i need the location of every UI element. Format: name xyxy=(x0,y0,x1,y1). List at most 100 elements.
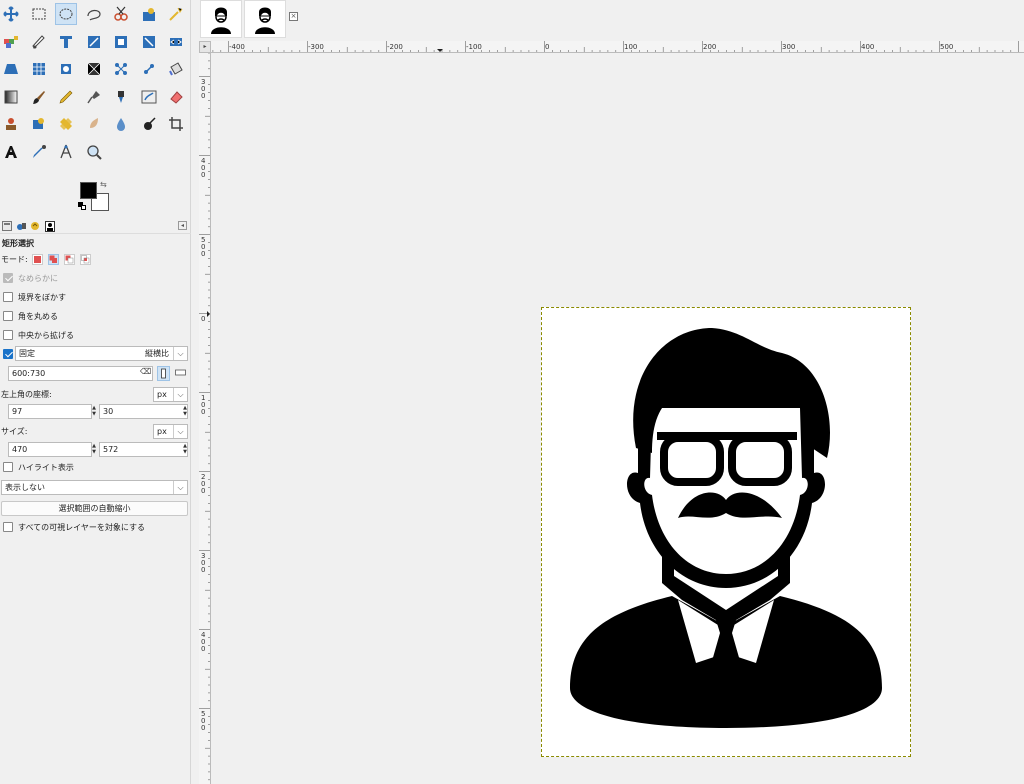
feather-row[interactable]: 境界をぼかす xyxy=(0,289,191,305)
measure-tool-icon[interactable] xyxy=(55,141,77,163)
warp-tool-icon[interactable] xyxy=(83,58,105,80)
perspective-clone-icon[interactable] xyxy=(28,113,50,135)
size-width-input[interactable] xyxy=(8,442,92,457)
auto-shrink-button[interactable]: 選択範囲の自動縮小 xyxy=(1,501,188,516)
canvas-area[interactable] xyxy=(212,54,1024,784)
size-height-spinner-icon[interactable]: ▲ ▼ xyxy=(182,443,188,456)
dock-tab-bar: ◂ xyxy=(0,218,191,234)
rotate-tool-icon[interactable] xyxy=(110,31,132,53)
size-unit-dropdown[interactable]: px ⌵ xyxy=(153,424,188,439)
free-select-tool-icon[interactable] xyxy=(110,3,132,25)
position-x-spinner-icon[interactable]: ▲ ▼ xyxy=(91,405,97,418)
clear-input-icon[interactable]: ⌫ xyxy=(140,367,151,376)
mode-add-button[interactable] xyxy=(47,253,59,265)
guides-dropdown[interactable]: 表示しない ⌵ xyxy=(1,480,188,495)
color-picker-icon[interactable] xyxy=(28,141,50,163)
mode-subtract-button[interactable] xyxy=(63,253,75,265)
ruler-label: -100 xyxy=(466,43,482,51)
images-tab-icon[interactable] xyxy=(44,220,56,232)
move-tool-icon[interactable] xyxy=(0,3,22,25)
undo-history-tab-icon[interactable] xyxy=(29,220,41,232)
device-status-tab-icon[interactable] xyxy=(15,220,27,232)
cage-tool-icon[interactable] xyxy=(55,58,77,80)
highlight-checkbox[interactable] xyxy=(3,462,13,472)
airbrush-tool-icon[interactable] xyxy=(83,86,105,108)
crop-tool-icon[interactable] xyxy=(165,113,187,135)
text-warp-tool-icon[interactable] xyxy=(83,31,105,53)
gradient-tool-icon[interactable] xyxy=(0,86,22,108)
chevron-down-icon: ⌵ xyxy=(173,481,187,494)
position-y-input[interactable] xyxy=(99,404,188,419)
ruler-label: -200 xyxy=(387,43,403,51)
antialias-row[interactable]: なめらかに xyxy=(0,270,191,286)
foreground-select-tool-icon[interactable] xyxy=(165,3,187,25)
fixed-checkbox[interactable] xyxy=(3,349,13,359)
foreground-color-swatch[interactable] xyxy=(80,182,97,199)
heal-tool-icon[interactable] xyxy=(55,113,77,135)
ruler-label: 500 xyxy=(940,43,953,51)
portrait-button[interactable] xyxy=(157,366,170,381)
image-thumbnail-icon xyxy=(211,7,231,34)
position-unit-dropdown[interactable]: px ⌵ xyxy=(153,387,188,402)
horizontal-ruler[interactable]: -400 -300 -200 -100 0 100 200 300 400 500 xyxy=(211,41,1024,53)
scale-tool-icon[interactable] xyxy=(138,31,160,53)
landscape-button[interactable] xyxy=(174,366,187,381)
mode-replace-button[interactable] xyxy=(31,253,43,265)
all-layers-checkbox[interactable] xyxy=(3,522,13,532)
size-width-spinner-icon[interactable]: ▲ ▼ xyxy=(91,443,97,456)
close-tab-icon[interactable]: × xyxy=(289,12,298,21)
expand-center-row[interactable]: 中央から拡げる xyxy=(0,327,191,343)
fixed-type-dropdown[interactable]: 固定 縦横比 ⌵ xyxy=(15,346,188,361)
flip-tool-icon[interactable] xyxy=(0,58,22,80)
text-tool-icon[interactable] xyxy=(0,141,22,163)
position-unit-value: px xyxy=(157,390,167,399)
image-canvas[interactable] xyxy=(541,307,911,757)
bucket-fill-icon[interactable] xyxy=(165,58,187,80)
dodge-burn-tool-icon[interactable] xyxy=(138,113,160,135)
handle-transform-icon[interactable] xyxy=(138,58,160,80)
mode-intersect-button[interactable] xyxy=(79,253,91,265)
feather-checkbox[interactable] xyxy=(3,292,13,302)
image-tab-1[interactable] xyxy=(200,0,242,38)
scissors-select-tool-icon[interactable] xyxy=(138,3,160,25)
ink-tool-icon[interactable] xyxy=(110,86,132,108)
clone-tool-icon[interactable] xyxy=(0,113,22,135)
zoom-tool-icon[interactable] xyxy=(83,141,105,163)
rounded-row[interactable]: 角を丸める xyxy=(0,308,191,324)
ruler-label: 0 xyxy=(201,645,205,653)
aspect-ratio-input[interactable] xyxy=(8,366,153,381)
rounded-corners-checkbox[interactable] xyxy=(3,311,13,321)
antialias-checkbox[interactable] xyxy=(3,273,13,283)
pencil-tool-icon[interactable] xyxy=(55,86,77,108)
businessman-avatar-icon xyxy=(570,328,882,728)
dock-menu-arrow-icon[interactable]: ◂ xyxy=(178,221,187,230)
mypaint-brush-icon[interactable] xyxy=(138,86,160,108)
unified-transform-icon[interactable] xyxy=(110,58,132,80)
paintbrush-tool-icon[interactable] xyxy=(28,86,50,108)
shear-tool-icon[interactable] xyxy=(165,31,187,53)
vertical-ruler[interactable]: 1002003004005000100200300400500 xyxy=(199,53,211,784)
size-height-input[interactable] xyxy=(99,442,188,457)
paths-tool-icon[interactable] xyxy=(55,31,77,53)
image-tab-2[interactable] xyxy=(244,0,286,38)
blur-tool-icon[interactable] xyxy=(110,113,132,135)
expand-from-center-checkbox[interactable] xyxy=(3,330,13,340)
position-y-spinner-icon[interactable]: ▲ ▼ xyxy=(182,405,188,418)
position-x-input[interactable] xyxy=(8,404,92,419)
fuzzy-select-tool-icon[interactable] xyxy=(0,31,22,53)
expand-from-center-label: 中央から拡げる xyxy=(18,330,74,340)
perspective-tool-icon[interactable] xyxy=(28,58,50,80)
ruler-corner-menu-icon[interactable]: ▸ xyxy=(199,41,211,53)
tool-options-tab-icon[interactable] xyxy=(1,220,13,232)
rect-select-tool-icon[interactable] xyxy=(55,3,77,25)
default-colors-icon[interactable] xyxy=(78,202,87,211)
smudge-tool-icon[interactable] xyxy=(83,113,105,135)
align-tool-icon[interactable] xyxy=(28,3,50,25)
gimp-window: ⇆ ◂ 矩形選択 モード: なめらかに 境界をぼかす 角を丸める 中央から拡げる… xyxy=(0,0,1024,784)
highlight-row[interactable]: ハイライト表示 xyxy=(0,459,191,475)
color-select-tool-icon[interactable] xyxy=(28,31,50,53)
all-layers-row[interactable]: すべての可視レイヤーを対象にする xyxy=(0,519,191,535)
swap-colors-icon[interactable]: ⇆ xyxy=(100,180,107,189)
eraser-tool-icon[interactable] xyxy=(165,86,187,108)
ellipse-select-tool-icon[interactable] xyxy=(83,3,105,25)
